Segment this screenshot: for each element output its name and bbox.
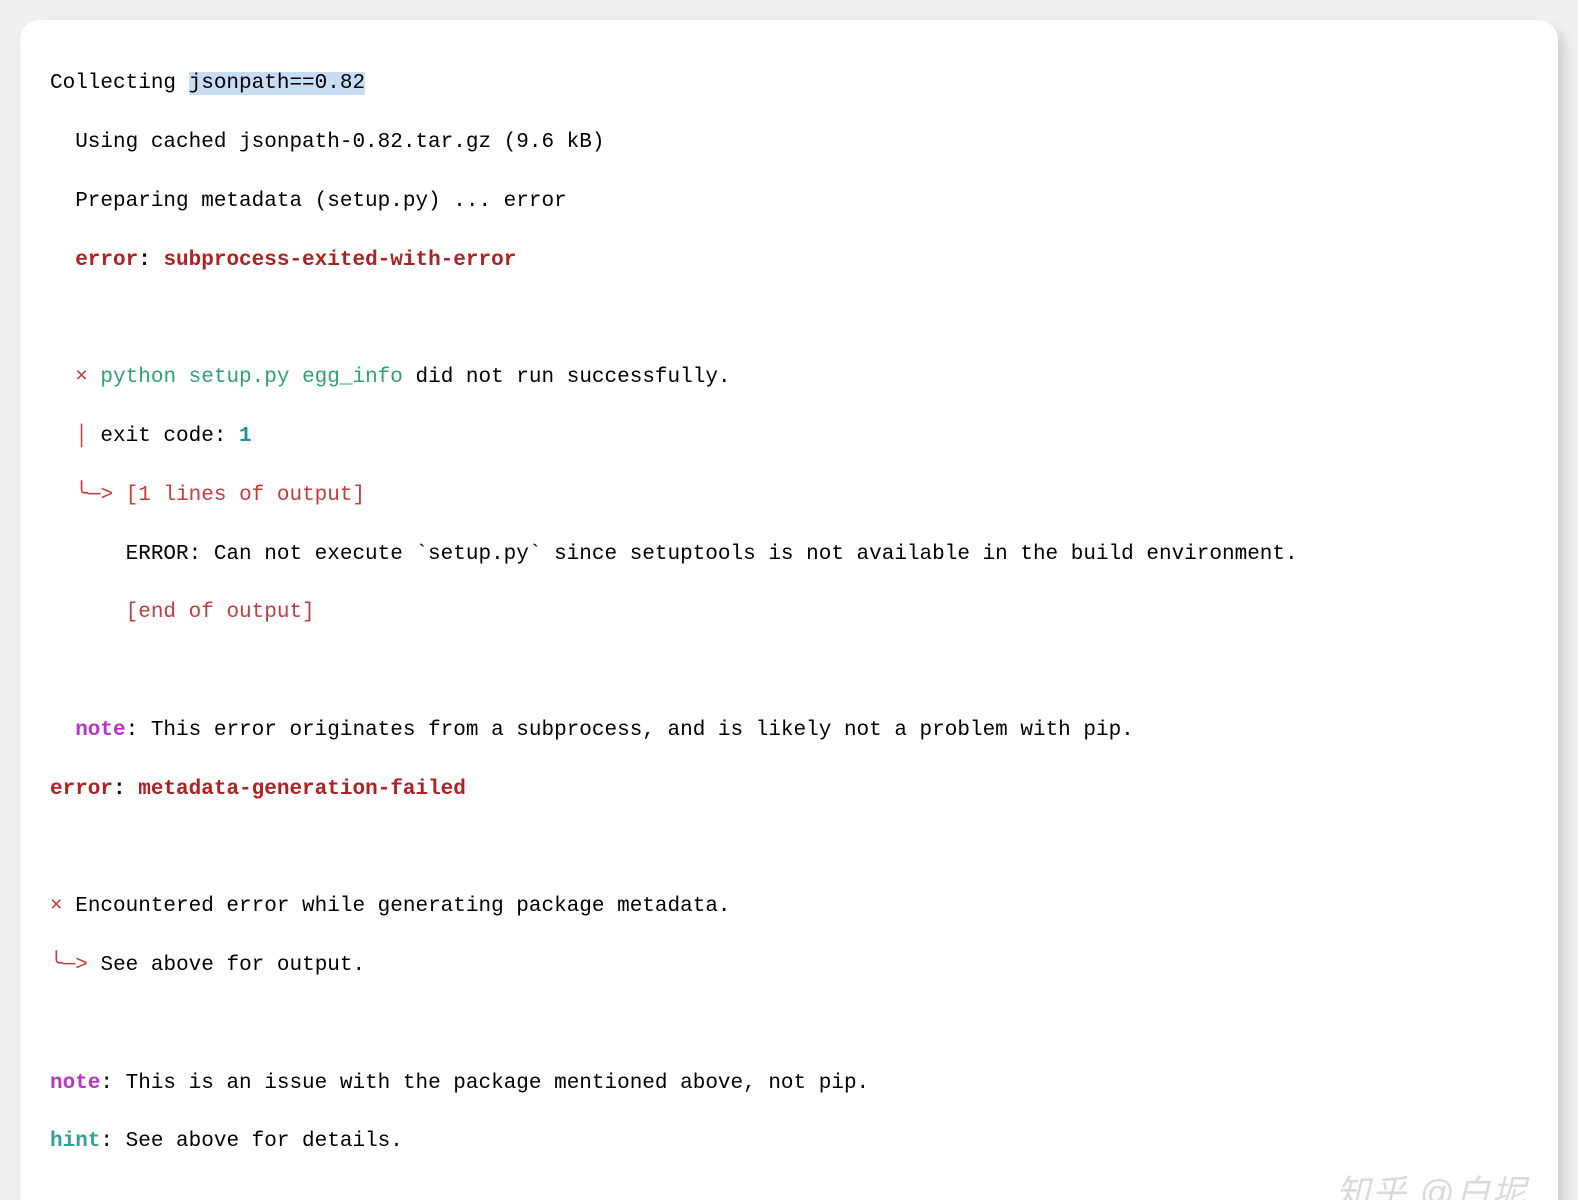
error-detail-line: ERROR: Can not execute `setup.py` since … [50,540,1528,569]
note-label-2: note [50,1072,100,1095]
note-label: note [50,719,126,742]
error-msg: subprocess-exited-with-error [163,249,516,272]
hint-label: hint [50,1130,100,1153]
exit-code-line: │ exit code: 1 [50,422,1528,451]
watermark: 知乎 @白坭 [1336,1170,1528,1200]
setup-fail-line: × python setup.py egg_info did not run s… [50,363,1528,392]
blank-line-3 [50,834,1528,863]
collect-prefix: Collecting [50,72,189,95]
cross-icon: × [75,366,88,389]
hint-text: : See above for details. [100,1130,402,1153]
hint-line: hint: See above for details. [50,1127,1528,1156]
cross-icon-2: × [50,895,63,918]
cache-line: Using cached jsonpath-0.82.tar.gz (9.6 k… [50,128,1528,157]
see-above-text: See above for output. [88,954,365,977]
cmd-text: python setup.py egg_info [88,366,403,389]
blank-line-2 [50,657,1528,686]
lines-output: [1 lines of output] [126,484,365,507]
fail-rest: did not run successfully. [403,366,731,389]
error-subprocess-line: error: subprocess-exited-with-error [50,246,1528,275]
exit-code: 1 [239,425,252,448]
box-vertical-icon: │ [50,425,100,448]
output-end-line: [end of output] [50,598,1528,627]
note-text: : This error originates from a subproces… [126,719,1134,742]
error-metadata-line: error: metadata-generation-failed [50,775,1528,804]
note-text-2: : This is an issue with the package ment… [100,1072,869,1095]
terminal-output: Collecting jsonpath==0.82 Using cached j… [20,20,1558,1200]
encountered-line: × Encountered error while generating pac… [50,892,1528,921]
box-corner-icon: ╰─> [50,484,126,507]
blank-line [50,305,1528,334]
note-package-line: note: This is an issue with the package … [50,1069,1528,1098]
exit-label: exit code: [100,425,239,448]
blank-line-4 [50,1010,1528,1039]
note-subprocess-line: note: This error originates from a subpr… [50,716,1528,745]
indent [50,366,75,389]
error-colon-2: : [113,778,138,801]
package-spec[interactable]: jsonpath==0.82 [189,72,365,95]
pad [50,601,126,624]
error-label-2: error [50,778,113,801]
collect-line: Collecting jsonpath==0.82 [50,69,1528,98]
error-colon: : [138,249,163,272]
prepare-line: Preparing metadata (setup.py) ... error [50,187,1528,216]
see-above-line: ╰─> See above for output. [50,951,1528,980]
box-corner-icon-2: ╰─> [50,954,88,977]
encountered-text: Encountered error while generating packa… [63,895,731,918]
end-output: [end of output] [126,601,315,624]
error-msg-2: metadata-generation-failed [138,778,466,801]
error-label: error [50,249,138,272]
output-start-line: ╰─> [1 lines of output] [50,481,1528,510]
